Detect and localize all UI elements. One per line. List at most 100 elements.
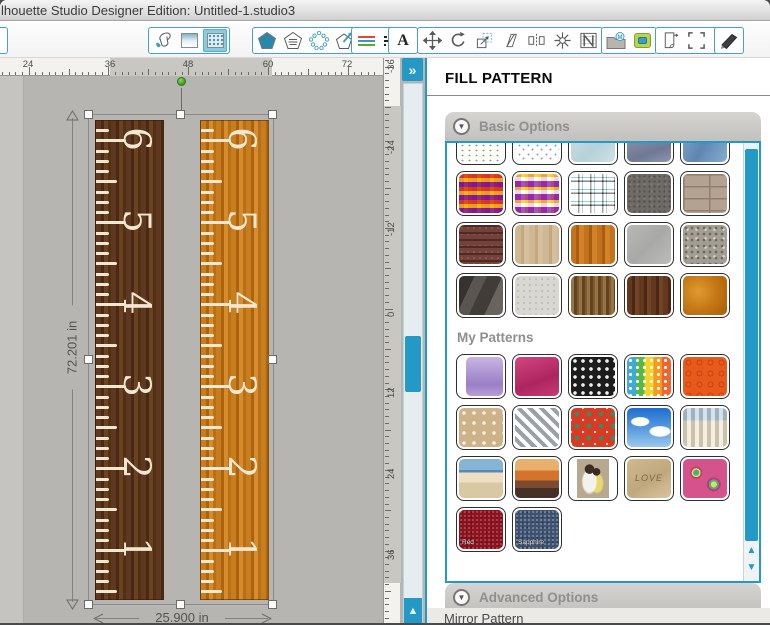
pattern-swatch-light-wood[interactable]: [512, 222, 562, 267]
pattern-swatch-gray-chevron[interactable]: [512, 405, 562, 450]
pattern-swatch-red-brick[interactable]: [456, 222, 506, 267]
fill-tools-group: [148, 27, 230, 54]
page-settings-button[interactable]: [658, 29, 682, 52]
pattern-swatch-black-diamond-knit[interactable]: [568, 354, 618, 399]
ruler-tick: [385, 416, 389, 418]
pattern-swatch-stone-pavers[interactable]: [680, 171, 730, 216]
pattern-fill-button[interactable]: [203, 29, 227, 52]
ruler-tick: [61, 71, 63, 75]
pattern-swatch-tan-polkadot[interactable]: [456, 405, 506, 450]
basic-options-header[interactable]: ▼ Basic Options: [445, 112, 761, 141]
page-settings-icon: [661, 31, 680, 50]
design-canvas[interactable]: 24 36 48 60 72 -36 -24 -12 0 12 24 36 » ▲ 65432165…: [0, 58, 425, 623]
pattern-swatch-dark-slate-stone[interactable]: [456, 273, 506, 318]
canvas-scrollbar-thumb[interactable]: [405, 336, 421, 392]
pentagon-solid-button[interactable]: [255, 29, 279, 52]
pattern-swatch-orange-medallion[interactable]: [680, 354, 730, 399]
pattern-swatch-speckled-granite[interactable]: [680, 222, 730, 267]
pattern-grid-viewport[interactable]: My Patterns LOVE Red Sapphire: [453, 143, 739, 581]
text-style-button[interactable]: A: [391, 29, 415, 52]
pattern-swatch-red-glitter[interactable]: Red: [456, 507, 506, 552]
library-tools-group: M: [601, 27, 657, 54]
ruler-tick: [385, 160, 389, 162]
selection-handle[interactable]: [268, 600, 277, 609]
shear-button[interactable]: [498, 29, 522, 52]
pattern-swatch-beach-fence[interactable]: [680, 405, 730, 450]
pattern-swatch-striped-wood[interactable]: [568, 273, 618, 318]
pattern-swatch-walnut-wood[interactable]: [624, 273, 674, 318]
move-button[interactable]: [420, 29, 444, 52]
canvas-vertical-scrollbar[interactable]: ▲: [403, 83, 423, 623]
swatch-word: LOVE: [634, 473, 663, 483]
pattern-swatch-plaid-purple-white[interactable]: [512, 171, 562, 216]
pattern-scrollbar-thumb[interactable]: [745, 149, 758, 541]
pattern-swatch-white-concrete[interactable]: [512, 273, 562, 318]
pattern-swatch-ocean-blue-texture[interactable]: [680, 143, 730, 165]
pattern-swatch-amber-texture[interactable]: [680, 273, 730, 318]
white-dots-preview: [459, 143, 503, 162]
reg-marks-button[interactable]: [684, 29, 708, 52]
selection-handle[interactable]: [268, 355, 277, 364]
clipped-toolbar-button[interactable]: [0, 27, 8, 54]
pattern-swatch-magenta-fabric[interactable]: [512, 354, 562, 399]
pattern-swatch-purple-fabric[interactable]: [456, 354, 506, 399]
pentagon-dots-button[interactable]: [307, 29, 331, 52]
selection-handle[interactable]: [268, 110, 277, 119]
pattern-swatch-pale-blue-texture[interactable]: [568, 143, 618, 165]
selection-bounding-box[interactable]: [88, 114, 274, 605]
pattern-scroll-down-button[interactable]: ▼: [744, 562, 759, 579]
collapse-arrow-icon[interactable]: ▼: [453, 118, 470, 135]
pattern-swatch-white-diamond-dots[interactable]: [512, 143, 562, 165]
ruler-tick: [385, 241, 389, 243]
canvas-scroll-up-button[interactable]: ▲: [404, 598, 422, 623]
panel-expand-button[interactable]: »: [402, 58, 423, 81]
pattern-swatch-plaid-purple-gold[interactable]: [456, 171, 506, 216]
ruler-tick: [154, 71, 156, 75]
pattern-swatch-beach-dune[interactable]: [456, 456, 506, 501]
selection-handle[interactable]: [84, 355, 93, 364]
selection-handle[interactable]: [176, 110, 185, 119]
eraser-button[interactable]: [717, 29, 741, 52]
selection-handle[interactable]: [84, 600, 93, 609]
pattern-swatch-gray-concrete[interactable]: [624, 222, 674, 267]
fill-color-button[interactable]: [151, 29, 175, 52]
pattern-swatch-sapphire-glitter[interactable]: Sapphire: [512, 507, 562, 552]
pattern-swatch-white-dots[interactable]: [456, 143, 506, 165]
pattern-swatch-slate-blue-texture[interactable]: [624, 143, 674, 165]
modify-button[interactable]: [630, 29, 654, 52]
gradient-fill-button[interactable]: [177, 29, 201, 52]
pattern-swatch-red-dot-floral[interactable]: [568, 405, 618, 450]
ruler-tick: [385, 288, 389, 290]
pattern-swatch-love-sand[interactable]: LOVE: [624, 456, 674, 501]
app-window: lhouette Studio Designer Edition: Untitl…: [0, 0, 770, 623]
ruler-tick: [385, 422, 389, 424]
selection-handle[interactable]: [176, 600, 185, 609]
ruler-tick: [8, 71, 10, 75]
replicate-button[interactable]: [550, 29, 574, 52]
line-color-button[interactable]: [354, 29, 378, 52]
pattern-swatch-sunset-photo[interactable]: [512, 456, 562, 501]
pattern-swatch-rainbow-diamond[interactable]: [624, 354, 674, 399]
selection-handle[interactable]: [84, 110, 93, 119]
pattern-scroll-up-button[interactable]: ▲: [744, 545, 759, 562]
library-button[interactable]: M: [604, 29, 628, 52]
pentagon-layers-button[interactable]: [281, 29, 305, 52]
pattern-swatch-pink-paisley[interactable]: [680, 456, 730, 501]
kids-photo-preview: [571, 459, 615, 498]
rotate-icon: [449, 31, 468, 50]
dimension-arrow-left-icon: [93, 613, 104, 623]
collapse-arrow-icon[interactable]: ▼: [453, 589, 470, 606]
title-bar[interactable]: lhouette Studio Designer Edition: Untitl…: [0, 0, 770, 21]
mirror-button[interactable]: [524, 29, 548, 52]
pattern-swatch-blue-sky-clouds[interactable]: [624, 405, 674, 450]
scale-button[interactable]: [472, 29, 496, 52]
ruler-tick: [81, 71, 83, 75]
pattern-swatch-dark-asphalt[interactable]: [624, 171, 674, 216]
pattern-scrollbar[interactable]: ▲ ▼: [743, 143, 759, 581]
rotate-button[interactable]: [446, 29, 470, 52]
rotation-handle[interactable]: [177, 77, 186, 86]
pattern-swatch-plaid-white-teal[interactable]: [568, 171, 618, 216]
pattern-swatch-kids-photo[interactable]: [568, 456, 618, 501]
pattern-swatch-orange-wood[interactable]: [568, 222, 618, 267]
nest-button[interactable]: [576, 29, 600, 52]
